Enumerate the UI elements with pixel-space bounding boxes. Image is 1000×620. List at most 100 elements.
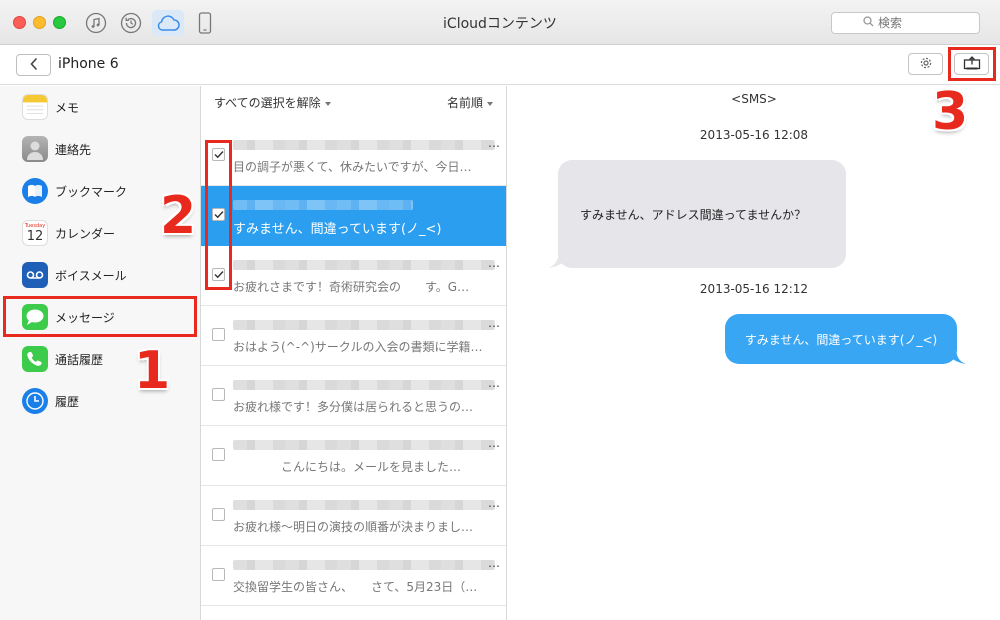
notes-icon bbox=[22, 94, 48, 120]
message-checkbox[interactable] bbox=[212, 328, 225, 341]
message-checkbox[interactable] bbox=[212, 448, 225, 461]
list-item[interactable]: … 目の調子が悪くて、休みたいですが、今日… bbox=[201, 126, 506, 186]
checkmark-icon bbox=[214, 211, 224, 219]
sort-dropdown[interactable]: 名前順 bbox=[447, 94, 493, 111]
list-item[interactable]: … お疲れ様です！多分僕は居られると思うの… bbox=[201, 366, 506, 426]
message-text: すみません、間違っています(ノ_<) bbox=[744, 332, 938, 347]
list-item[interactable]: … 交換留学生の皆さん、 さて、5月23日（… bbox=[201, 546, 506, 606]
message-preview: 交換留学生の皆さん、 さて、5月23日（… bbox=[233, 580, 478, 594]
app-window: iCloudコンテンツ iPhone 6 bbox=[0, 0, 1000, 620]
export-to-computer-button[interactable] bbox=[954, 53, 989, 75]
phone-icon[interactable] bbox=[192, 10, 218, 36]
list-item[interactable]: すみません、間違っています(ノ_<) bbox=[201, 186, 506, 246]
deselect-all-dropdown[interactable]: すべての選択を解除 bbox=[214, 94, 331, 111]
back-button[interactable] bbox=[16, 54, 51, 76]
title-bar: iCloudコンテンツ bbox=[0, 0, 1000, 45]
ellipsis: … bbox=[488, 556, 500, 570]
chevron-down-icon bbox=[324, 101, 331, 106]
sort-label: 名前順 bbox=[446, 96, 483, 110]
search-field[interactable] bbox=[831, 12, 980, 34]
restore-icon[interactable] bbox=[118, 10, 144, 36]
message-preview: すみません、間違っています(ノ_<) bbox=[233, 222, 442, 237]
sidebar-item-label: ブックマーク bbox=[55, 184, 128, 199]
ellipsis: … bbox=[488, 376, 500, 390]
calendar-icon-day: 12 bbox=[26, 228, 44, 244]
ellipsis: … bbox=[488, 136, 500, 150]
history-icon bbox=[22, 388, 48, 414]
sidebar-item-label: メモ bbox=[55, 100, 80, 115]
redacted-sender bbox=[233, 500, 495, 510]
sidebar-item-label: ボイスメール bbox=[55, 268, 127, 283]
category-sidebar: メモ 連絡先 ブックマーク Tuesday 12 カレンダー ボイスメール メッ… bbox=[0, 86, 201, 620]
bubble-tail bbox=[549, 248, 571, 268]
list-item[interactable]: … こんにちは。メールを見ました… bbox=[201, 426, 506, 486]
message-list-panel: すべての選択を解除 名前順 … 目の調子が悪くて、休みたいですが、今日… すみません… bbox=[201, 86, 507, 620]
device-bar: iPhone 6 bbox=[0, 45, 1000, 85]
message-preview: お疲れ様です！多分僕は居られると思うの… bbox=[233, 400, 474, 414]
ellipsis: … bbox=[488, 256, 500, 270]
chevron-left-icon bbox=[29, 56, 39, 75]
checkmark-icon bbox=[214, 151, 224, 159]
message-timestamp: 2013-05-16 12:08 bbox=[699, 128, 809, 142]
redacted-sender bbox=[233, 320, 495, 330]
list-item[interactable]: … お疲れ様〜明日の演技の順番が決まりまし… bbox=[201, 486, 506, 546]
messages-icon bbox=[22, 304, 48, 330]
message-preview: お疲れさまです！奇術研究会の す。G… bbox=[233, 280, 470, 294]
ellipsis: … bbox=[488, 436, 500, 450]
redacted-sender bbox=[233, 260, 495, 270]
call-history-icon bbox=[22, 346, 48, 372]
sms-tag: <SMS> bbox=[731, 92, 777, 106]
annotation-step-3: 3 bbox=[932, 82, 969, 142]
sidebar-item-label: メッセージ bbox=[55, 310, 115, 325]
message-checkbox[interactable] bbox=[212, 568, 225, 581]
list-header: すべての選択を解除 名前順 bbox=[201, 86, 506, 116]
bubble-tail bbox=[944, 346, 966, 364]
annotation-step-2: 2 bbox=[160, 186, 197, 246]
redacted-sender bbox=[233, 200, 413, 210]
message-checkbox[interactable] bbox=[212, 148, 225, 161]
voicemail-icon bbox=[22, 262, 48, 288]
sidebar-item-label: カレンダー bbox=[55, 226, 116, 241]
music-icon[interactable] bbox=[83, 10, 109, 36]
list-item[interactable]: … お疲れさまです！奇術研究会の す。G… bbox=[201, 246, 506, 306]
message-preview: 目の調子が悪くて、休みたいですが、今日… bbox=[233, 160, 472, 174]
message-detail-panel: <SMS> 2013-05-16 12:08 すみません、アドレス間違ってません… bbox=[508, 86, 1000, 620]
redacted-sender bbox=[233, 560, 495, 570]
message-checkbox[interactable] bbox=[212, 388, 225, 401]
settings-button[interactable] bbox=[908, 53, 943, 75]
redacted-sender bbox=[233, 380, 495, 390]
ellipsis: … bbox=[488, 316, 500, 330]
list-item[interactable]: … おはよう(^-^)サークルの入会の書類に学籍… bbox=[201, 306, 506, 366]
calendar-icon: Tuesday 12 bbox=[22, 220, 48, 246]
outgoing-message-bubble: すみません、間違っています(ノ_<) bbox=[725, 314, 957, 364]
message-text: すみません、アドレス間違ってませんか？ bbox=[580, 207, 807, 222]
ellipsis: … bbox=[488, 496, 500, 510]
incoming-message-bubble: すみません、アドレス間違ってませんか？ bbox=[558, 160, 846, 268]
search-input[interactable] bbox=[878, 16, 948, 30]
sidebar-item-voicemail[interactable]: ボイスメール bbox=[0, 254, 200, 296]
message-preview: おはよう(^-^)サークルの入会の書類に学籍… bbox=[233, 340, 483, 354]
redacted-sender bbox=[233, 140, 495, 150]
sidebar-item-contacts[interactable]: 連絡先 bbox=[0, 128, 200, 170]
redacted-sender bbox=[233, 440, 495, 450]
sidebar-item-label: 通話履歴 bbox=[55, 352, 104, 367]
contacts-icon bbox=[22, 136, 48, 162]
export-icon bbox=[963, 55, 981, 74]
icloud-icon[interactable] bbox=[152, 10, 184, 36]
close-window-button[interactable] bbox=[13, 16, 26, 29]
message-checkbox[interactable] bbox=[212, 208, 225, 221]
message-checkbox[interactable] bbox=[212, 268, 225, 281]
chevron-down-icon bbox=[487, 101, 493, 106]
annotation-step-1: 1 bbox=[134, 341, 171, 401]
message-timestamp: 2013-05-16 12:12 bbox=[699, 282, 809, 296]
sidebar-item-label: 連絡先 bbox=[55, 142, 92, 157]
sidebar-item-notes[interactable]: メモ bbox=[0, 86, 200, 128]
message-preview: こんにちは。メールを見ました… bbox=[233, 460, 462, 474]
zoom-window-button[interactable] bbox=[53, 16, 66, 29]
message-checkbox[interactable] bbox=[212, 508, 225, 521]
device-name: iPhone 6 bbox=[58, 56, 119, 72]
minimize-window-button[interactable] bbox=[33, 16, 46, 29]
sidebar-item-messages[interactable]: メッセージ bbox=[0, 296, 200, 338]
message-preview: お疲れ様〜明日の演技の順番が決まりまし… bbox=[233, 520, 474, 534]
gear-icon bbox=[919, 55, 933, 74]
